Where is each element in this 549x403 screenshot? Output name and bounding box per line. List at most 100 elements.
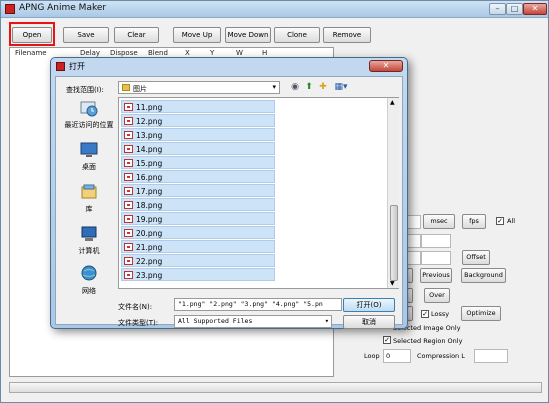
column-header-w[interactable]: W bbox=[236, 49, 243, 57]
maximize-button[interactable]: □ bbox=[506, 3, 523, 15]
back-icon[interactable]: ◉ bbox=[290, 82, 300, 92]
filename-label: 文件名(N): bbox=[118, 303, 153, 311]
w-input[interactable] bbox=[407, 251, 421, 265]
close-button[interactable]: ✕ bbox=[523, 3, 547, 15]
chevron-down-icon: ▾ bbox=[324, 317, 329, 325]
view-menu-icon[interactable]: ▦▾ bbox=[333, 82, 349, 92]
move-down-button[interactable]: Move Down bbox=[225, 27, 271, 43]
filetype-value: All Supported Files bbox=[178, 317, 253, 325]
y-input[interactable] bbox=[421, 234, 451, 248]
column-header-filename[interactable]: Filename bbox=[15, 49, 47, 57]
new-folder-icon[interactable]: ✚ bbox=[318, 82, 328, 92]
previous-button[interactable]: Previous bbox=[420, 268, 452, 283]
remove-button[interactable]: Remove bbox=[323, 27, 371, 43]
chevron-down-icon: ▾ bbox=[272, 83, 276, 91]
clone-button[interactable]: Clone bbox=[274, 27, 320, 43]
look-in-label: 查找范围(I): bbox=[66, 86, 104, 94]
h-input[interactable] bbox=[421, 251, 451, 265]
open-file-button[interactable]: 打开(O) bbox=[343, 298, 395, 312]
scroll-down-icon[interactable]: ▼ bbox=[390, 280, 395, 287]
column-header-y[interactable]: Y bbox=[210, 49, 214, 57]
x-input[interactable] bbox=[407, 234, 421, 248]
place-desktop[interactable]: 桌面 bbox=[62, 139, 116, 179]
file-item[interactable]: 20.png bbox=[121, 226, 275, 239]
background-button[interactable]: Background bbox=[461, 268, 506, 283]
place-network[interactable]: 网络 bbox=[62, 263, 116, 303]
lossy-checkbox[interactable]: ✓ bbox=[421, 310, 429, 318]
file-item[interactable]: 18.png bbox=[121, 198, 275, 211]
file-item[interactable]: 11.png bbox=[121, 100, 275, 113]
png-file-icon bbox=[124, 215, 133, 223]
filetype-label: 文件类型(T): bbox=[118, 319, 159, 327]
msec-button[interactable]: msec bbox=[423, 214, 455, 229]
file-item[interactable]: 23.png bbox=[121, 268, 275, 281]
look-in-dropdown[interactable]: 图片 ▾ bbox=[118, 81, 280, 94]
dialog-close-button[interactable]: ✕ bbox=[369, 60, 403, 72]
vertical-scrollbar[interactable]: ▲ ▼ bbox=[387, 98, 399, 288]
look-in-value: 图片 bbox=[133, 85, 147, 93]
column-header-delay[interactable]: Delay bbox=[80, 49, 100, 57]
file-item[interactable]: 22.png bbox=[121, 254, 275, 267]
place-label-recent: 最近访问的位置 bbox=[64, 121, 114, 129]
column-header-x[interactable]: X bbox=[185, 49, 190, 57]
filename-input[interactable]: "1.png" "2.png" "3.png" "4.png" "5.pn bbox=[174, 298, 342, 311]
place-recent[interactable]: 最近访问的位置 bbox=[62, 97, 116, 137]
column-header-h[interactable]: H bbox=[262, 49, 267, 57]
loop-input[interactable]: 0 bbox=[383, 349, 411, 363]
place-libraries[interactable]: 库 bbox=[62, 181, 116, 221]
selected-region-only-checkbox[interactable]: ✓ bbox=[383, 336, 391, 344]
compression-label: Compression L bbox=[417, 352, 465, 360]
open-button[interactable]: Open bbox=[12, 27, 52, 43]
place-label-desktop: 桌面 bbox=[82, 163, 96, 171]
file-item[interactable]: 12.png bbox=[121, 114, 275, 127]
column-header-dispose[interactable]: Dispose bbox=[110, 49, 138, 57]
fps-button[interactable]: fps bbox=[462, 214, 486, 229]
filetype-dropdown[interactable]: All Supported Files ▾ bbox=[174, 315, 332, 328]
file-name: 12.png bbox=[136, 117, 163, 126]
move-up-button[interactable]: Move Up bbox=[173, 27, 221, 43]
desktop-icon bbox=[80, 142, 98, 157]
clear-button[interactable]: Clear bbox=[114, 27, 159, 43]
file-item[interactable]: 17.png bbox=[121, 184, 275, 197]
save-button[interactable]: Save bbox=[63, 27, 109, 43]
scroll-up-icon[interactable]: ▲ bbox=[390, 99, 395, 106]
png-file-icon bbox=[124, 271, 133, 279]
all-checkbox[interactable]: ✓ bbox=[496, 217, 504, 225]
file-item[interactable]: 15.png bbox=[121, 156, 275, 169]
png-file-icon bbox=[124, 201, 133, 209]
file-name: 15.png bbox=[136, 159, 163, 168]
recent-places-icon bbox=[80, 101, 98, 117]
up-folder-icon[interactable]: ⬆ bbox=[304, 82, 314, 92]
network-icon bbox=[81, 265, 97, 281]
file-item[interactable]: 16.png bbox=[121, 170, 275, 183]
minimize-button[interactable]: – bbox=[489, 3, 506, 15]
lossy-label: Lossy bbox=[431, 310, 450, 318]
title-bar[interactable]: APNG Anime Maker – □ ✕ bbox=[1, 1, 548, 18]
all-label: All bbox=[507, 217, 516, 225]
png-file-icon bbox=[124, 173, 133, 181]
png-file-icon bbox=[124, 103, 133, 111]
place-label-computer: 计算机 bbox=[78, 247, 100, 255]
file-item[interactable]: 13.png bbox=[121, 128, 275, 141]
scrollbar-thumb[interactable] bbox=[390, 205, 398, 281]
delay-input[interactable] bbox=[407, 215, 421, 229]
png-file-icon bbox=[124, 243, 133, 251]
file-name: 14.png bbox=[136, 145, 163, 154]
cancel-button[interactable]: 取消 bbox=[343, 315, 395, 329]
optimize-button[interactable]: Optimize bbox=[461, 306, 501, 321]
over-button[interactable]: Over bbox=[424, 288, 450, 303]
dialog-title: 打开 bbox=[69, 62, 85, 71]
compression-slider[interactable] bbox=[474, 349, 508, 363]
file-name: 19.png bbox=[136, 215, 163, 224]
window-title: APNG Anime Maker bbox=[19, 3, 107, 13]
file-item[interactable]: 14.png bbox=[121, 142, 275, 155]
file-item[interactable]: 21.png bbox=[121, 240, 275, 253]
offset-button[interactable]: Offset bbox=[462, 250, 490, 265]
column-header-blend[interactable]: Blend bbox=[148, 49, 168, 57]
file-item[interactable]: 19.png bbox=[121, 212, 275, 225]
computer-icon bbox=[81, 226, 97, 241]
place-computer[interactable]: 计算机 bbox=[62, 223, 116, 263]
loop-label: Loop bbox=[364, 352, 380, 360]
file-list-view[interactable]: 11.png 12.png 13.png 14.png 15.png 16.pn… bbox=[118, 97, 399, 289]
png-file-icon bbox=[124, 131, 133, 139]
